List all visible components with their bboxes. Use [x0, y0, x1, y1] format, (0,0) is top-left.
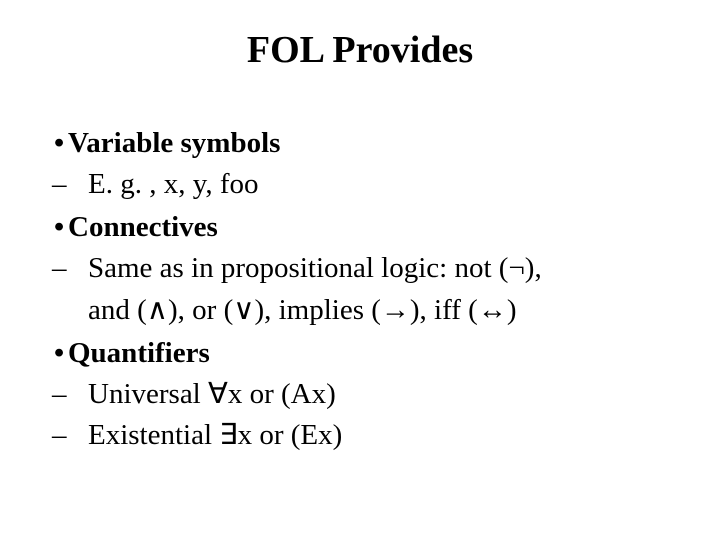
subbullet-text: Universal ∀x or (Ax): [88, 378, 336, 410]
bullet-quantifiers: •Quantifiers: [54, 334, 680, 373]
subbullet-text: Same as in propositional logic: not (¬),: [88, 252, 542, 284]
dash-icon: –: [70, 249, 88, 288]
bullet-connectives: •Connectives: [54, 208, 680, 247]
subbullet-connectives-line2: and (∧), or (∨), implies (→), iff (↔): [54, 291, 680, 330]
subbullet-connectives-line1: –Same as in propositional logic: not (¬)…: [54, 249, 680, 288]
bullet-label: Variable symbols: [68, 127, 280, 159]
dash-icon: –: [70, 165, 88, 204]
bullet-label: Quantifiers: [68, 337, 210, 369]
dash-icon: –: [70, 416, 88, 455]
slide-title: FOL Provides: [0, 28, 720, 72]
subbullet-text: and (∧), or (∨), implies (→), iff (↔): [88, 294, 516, 326]
bullet-icon: •: [54, 334, 68, 373]
bullet-icon: •: [54, 208, 68, 247]
subbullet-text: E. g. , x, y, foo: [88, 168, 259, 200]
subbullet-existential: –Existential ∃x or (Ex): [54, 416, 680, 455]
bullet-variable-symbols: •Variable symbols: [54, 124, 680, 163]
subbullet-universal: –Universal ∀x or (Ax): [54, 375, 680, 414]
slide-body: •Variable symbols –E. g. , x, y, foo •Co…: [54, 120, 680, 455]
dash-icon: –: [70, 375, 88, 414]
bullet-label: Connectives: [68, 211, 218, 243]
subbullet-variables-example: –E. g. , x, y, foo: [54, 165, 680, 204]
slide: FOL Provides •Variable symbols –E. g. , …: [0, 0, 720, 540]
subbullet-text: Existential ∃x or (Ex): [88, 419, 342, 451]
bullet-icon: •: [54, 124, 68, 163]
